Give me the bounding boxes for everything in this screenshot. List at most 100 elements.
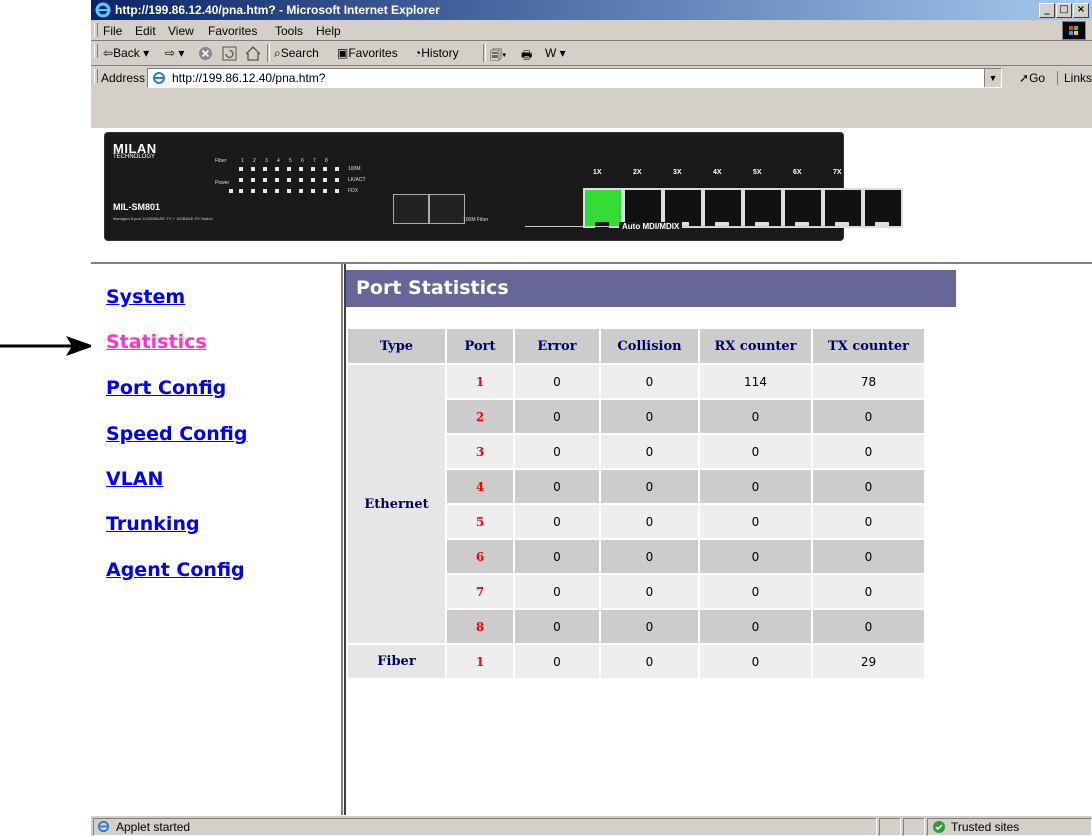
nav-port-config[interactable]: Port Config [106, 377, 226, 399]
ethernet-port [703, 188, 743, 228]
search-button[interactable]: ⌕Search [274, 46, 319, 61]
table-row: Fiber 1 0 0 0 29 [348, 645, 924, 678]
status-led [275, 189, 279, 193]
page-content: MILAN TECHNOLOGY MIL-SM801 Managed 8 port… [91, 128, 1092, 815]
toolbar-grip[interactable] [94, 69, 98, 83]
rx-counter-cell: 0 [700, 645, 811, 678]
status-led [287, 178, 291, 182]
error-cell: 0 [515, 645, 599, 678]
ethernet-port [583, 188, 623, 228]
column-header: Error [515, 329, 599, 363]
status-bar: Applet started Trusted sites [91, 815, 1092, 836]
windows-logo-icon [1062, 21, 1086, 40]
column-header: Collision [601, 329, 698, 363]
led-number-label: 8 [325, 158, 328, 164]
back-button[interactable]: ⇦Back ▾ [103, 46, 149, 60]
toolbar-grip[interactable] [94, 23, 98, 37]
collision-cell: 0 [601, 400, 698, 433]
close-button[interactable]: × [1073, 3, 1089, 18]
stop-button[interactable] [198, 46, 213, 64]
tx-counter-cell: 29 [813, 645, 924, 678]
device-model: MIL-SM801 [113, 202, 161, 212]
fiber-port [393, 194, 429, 224]
column-header: Type [348, 329, 445, 363]
print-button[interactable]: 🖶 [521, 46, 532, 67]
menu-file[interactable]: File [103, 24, 122, 38]
switch-front-panel-image: MILAN TECHNOLOGY MIL-SM801 Managed 8 port… [105, 133, 903, 240]
status-led [335, 167, 339, 171]
standard-toolbar: ⇦Back ▾ ⇨ ▾ ⌕Search ▣Favorites ◔History … [91, 41, 1092, 66]
window-title: http://199.86.12.40/pna.htm? - Microsoft… [115, 3, 440, 17]
status-led [287, 189, 291, 193]
go-button[interactable]: ➚Go [1019, 71, 1045, 85]
mail-button[interactable]: 🗐▾ [490, 46, 506, 67]
type-cell: Fiber [348, 645, 445, 678]
address-dropdown-icon[interactable]: ▼ [984, 69, 1001, 87]
port-label: 5X [753, 169, 762, 176]
port-cell: 7 [447, 575, 513, 608]
menu-edit[interactable]: Edit [135, 24, 156, 38]
menu-bar: File Edit View Favorites Tools Help [91, 20, 1092, 41]
status-led [263, 189, 267, 193]
error-cell: 0 [515, 575, 599, 608]
menu-view[interactable]: View [168, 24, 194, 38]
status-led [275, 167, 279, 171]
status-led [335, 178, 339, 182]
status-led [287, 167, 291, 171]
status-led [239, 189, 243, 193]
edit-button[interactable]: W ▾ [545, 46, 566, 60]
collision-cell: 0 [601, 435, 698, 468]
address-input[interactable]: http://199.86.12.40/pna.htm? ▼ [147, 68, 1002, 88]
tx-counter-cell: 0 [813, 400, 924, 433]
port-cell: 1 [447, 365, 513, 398]
minimize-button[interactable]: _ [1039, 3, 1055, 18]
maximize-button[interactable]: □ [1056, 3, 1072, 18]
ethernet-port [743, 188, 783, 228]
collision-cell: 0 [601, 645, 698, 678]
nav-speed-config[interactable]: Speed Config [106, 423, 247, 445]
error-cell: 0 [515, 505, 599, 538]
status-led [335, 189, 339, 193]
nav-agent-config[interactable]: Agent Config [106, 559, 245, 581]
history-button[interactable]: ◔History [414, 46, 459, 60]
address-bar: Address http://199.86.12.40/pna.htm? ▼ ➚… [91, 66, 1092, 90]
error-cell: 0 [515, 470, 599, 503]
nav-system[interactable]: System [106, 286, 185, 308]
favorites-button[interactable]: ▣Favorites [337, 46, 398, 60]
home-button[interactable] [245, 46, 261, 64]
tx-counter-cell: 78 [813, 365, 924, 398]
led-number-label: 1 [241, 158, 244, 164]
nav-statistics[interactable]: Statistics [106, 331, 207, 353]
rx-counter-cell: 0 [700, 505, 811, 538]
menu-help[interactable]: Help [316, 24, 341, 38]
menu-favorites[interactable]: Favorites [208, 24, 257, 38]
rx-counter-cell: 0 [700, 470, 811, 503]
nav-trunking[interactable]: Trunking [106, 513, 200, 535]
status-led [299, 189, 303, 193]
links-button[interactable]: Links [1057, 71, 1092, 85]
security-zone-panel: Trusted sites [927, 818, 1092, 836]
page-icon [97, 820, 110, 836]
column-header: RX counter [700, 329, 811, 363]
column-header: TX counter [813, 329, 924, 363]
refresh-button[interactable] [222, 46, 237, 64]
stop-icon [199, 47, 212, 60]
menu-tools[interactable]: Tools [275, 24, 303, 38]
forward-button[interactable]: ⇨ ▾ [165, 46, 184, 60]
rx-counter-cell: 0 [700, 575, 811, 608]
address-url: http://199.86.12.40/pna.htm? [172, 71, 326, 85]
table-row: Ethernet 1 0 0 114 78 [348, 365, 924, 643]
status-led [311, 189, 315, 193]
status-text-panel: Applet started [93, 818, 877, 836]
tx-counter-cell: 0 [813, 505, 924, 538]
port-label: 1X [593, 169, 602, 176]
led-number-label: 6 [301, 158, 304, 164]
led-row-label: FDX [348, 188, 358, 194]
port-statistics-table: Type Port Error Collision RX counter TX … [346, 327, 926, 680]
search-icon: ⌕ [274, 46, 281, 60]
port-label: 7X [833, 169, 842, 176]
fiber-port [429, 194, 465, 224]
toolbar-grip[interactable] [94, 44, 98, 58]
nav-vlan[interactable]: VLAN [106, 468, 163, 490]
collision-cell: 0 [601, 575, 698, 608]
